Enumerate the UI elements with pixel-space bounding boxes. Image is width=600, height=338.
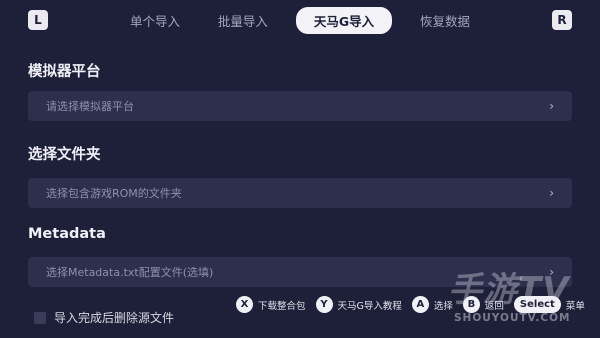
tab-restore-data[interactable]: 恢复数据 (410, 7, 480, 34)
rom-folder-placeholder: 选择包含游戏ROM的文件夹 (46, 187, 182, 200)
delete-source-checkbox[interactable] (34, 311, 46, 324)
rom-folder-select[interactable]: 选择包含游戏ROM的文件夹 › (28, 178, 572, 208)
emulator-platform-placeholder: 请选择模拟器平台 (46, 100, 134, 113)
emulator-platform-title: 模拟器平台 (28, 64, 101, 80)
tab-single-import[interactable]: 单个导入 (120, 7, 190, 34)
r-shoulder-button[interactable]: R (552, 10, 572, 30)
hint-tianma-tutorial[interactable]: Y 天马G导入教程 (315, 296, 402, 313)
x-button-icon: X (236, 296, 253, 313)
a-button-icon: A (411, 296, 429, 313)
watermark-logo: 手游TV SHOUYOUTV.COM (448, 262, 598, 334)
chevron-right-icon: › (549, 99, 554, 113)
metadata-placeholder: 选择Metadata.txt配置文件(选填) (46, 266, 214, 279)
chevron-right-icon: › (549, 186, 554, 200)
metadata-title: Metadata (28, 226, 106, 242)
select-folder-title: 选择文件夹 (28, 147, 101, 163)
l-shoulder-button[interactable]: L (28, 10, 48, 30)
watermark-url: SHOUYOUTV.COM (454, 312, 571, 324)
tab-tianma-g-import[interactable]: 天马G导入 (295, 6, 393, 34)
watermark-main-text: 手游TV (448, 270, 570, 310)
y-button-icon: Y (315, 296, 333, 313)
hint-download-pack[interactable]: X 下载整合包 (236, 296, 306, 313)
delete-source-option[interactable]: 导入完成后删除源文件 (34, 309, 174, 326)
tab-batch-import[interactable]: 批量导入 (208, 7, 278, 34)
hint-label: 下载整合包 (258, 300, 306, 312)
hint-select[interactable]: A 选择 (411, 296, 453, 313)
hint-label: 天马G导入教程 (337, 300, 402, 312)
delete-source-label: 导入完成后删除源文件 (54, 311, 175, 325)
tab-bar: 单个导入 批量导入 天马G导入 恢复数据 (120, 6, 480, 34)
emulator-platform-select[interactable]: 请选择模拟器平台 › (28, 91, 572, 121)
